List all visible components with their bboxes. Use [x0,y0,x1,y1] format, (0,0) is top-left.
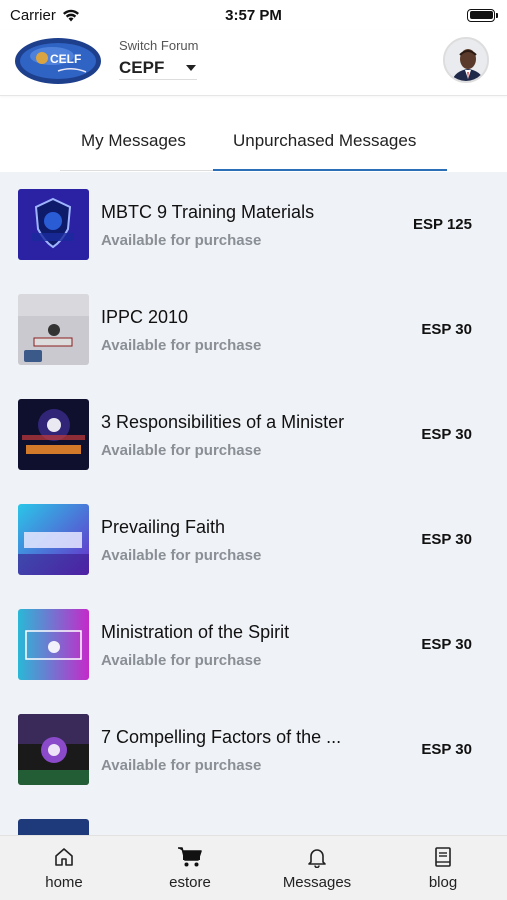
bell-icon [308,849,326,868]
message-status: Available for purchase [101,442,262,459]
status-bar: Carrier 3:57 PM [0,0,507,30]
tabbar-label: estore [169,874,211,891]
forum-switcher[interactable]: Switch Forum CEPF [119,38,198,80]
user-photo [445,39,487,81]
list-item[interactable]: 3 Responsibilities of a Minister Availab… [0,382,507,487]
message-price: ESP 30 [421,426,472,443]
svg-text:CELF: CELF [50,52,81,66]
tabbar-item-messages[interactable]: Messages [267,846,367,891]
message-title: MBTC 9 Training Materials [101,202,315,222]
tabbar-label: Messages [282,874,352,891]
message-status: Available for purchase [101,757,262,774]
forum-select[interactable]: CEPF [119,58,197,80]
book-icon [435,847,451,867]
message-title: IPPC 2010 [101,307,189,327]
message-status: Available for purchase [101,652,262,669]
tabbar-label: blog [428,874,458,891]
message-list[interactable]: MBTC 9 Training Materials Available for … [0,172,507,835]
list-item-partial[interactable] [0,802,507,835]
list-item[interactable]: MBTC 9 Training Materials Available for … [0,172,507,277]
message-tabs: My Messages Unpurchased Messages [0,97,507,172]
tabbar-item-blog[interactable]: blog [393,846,493,891]
carrier-group: Carrier [10,7,80,24]
tab-my-messages[interactable]: My Messages [81,131,186,151]
list-item[interactable]: 7 Compelling Factors of the ... Availabl… [0,697,507,802]
celf-logo: CELF [15,38,101,84]
wifi-icon [62,9,79,21]
message-price: ESP 125 [413,216,472,233]
message-thumbnail [18,399,89,470]
carrier-label: Carrier [10,6,56,24]
message-title: Ministration of the Spirit [101,622,290,642]
message-price: ESP 30 [421,531,472,548]
message-status: Available for purchase [101,547,262,564]
tab-active-indicator [213,169,447,171]
bottom-tab-bar: home estore Messages blog [0,835,507,900]
tabbar-item-estore[interactable]: estore [140,846,240,891]
tabbar-item-home[interactable]: home [14,846,114,891]
tabbar-label: home [45,874,83,891]
tab-unpurchased-messages[interactable]: Unpurchased Messages [233,131,416,151]
message-price: ESP 30 [421,741,472,758]
message-title: Prevailing Faith [101,517,226,537]
message-thumbnail [18,819,89,835]
message-thumbnail [18,609,89,680]
message-status: Available for purchase [101,337,262,354]
message-title: 3 Responsibilities of a Minister [101,412,345,432]
message-price: ESP 30 [421,321,472,338]
home-icon [55,848,73,866]
forum-label: Switch Forum [119,38,199,53]
message-title: 7 Compelling Factors of the ... [101,727,342,747]
battery-icon [467,8,498,22]
message-thumbnail [18,294,89,365]
message-thumbnail [18,504,89,575]
message-status: Available for purchase [101,232,262,249]
avatar[interactable] [443,37,489,83]
cart-icon [178,847,202,867]
message-price: ESP 30 [421,636,472,653]
list-item[interactable]: IPPC 2010 Available for purchase ESP 30 [0,277,507,382]
message-thumbnail [18,714,89,785]
forum-value: CEPF [119,58,165,77]
message-thumbnail [18,189,89,260]
list-item[interactable]: Ministration of the Spirit Available for… [0,592,507,697]
app-header: CELF Switch Forum CEPF [0,30,507,96]
list-item[interactable]: Prevailing Faith Available for purchase … [0,487,507,592]
chevron-down-icon [186,65,197,71]
